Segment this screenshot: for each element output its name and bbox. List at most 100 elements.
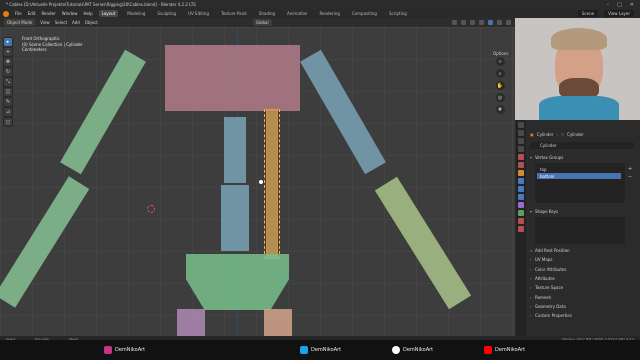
material-tab-icon[interactable] (518, 218, 524, 224)
section-label: Texture Space (535, 285, 564, 290)
grid-perspective-icon[interactable]: # (495, 105, 505, 114)
vertex-group-item-top[interactable]: top (537, 166, 621, 172)
camera-view-icon[interactable]: ◎ (495, 93, 505, 102)
output-tab-icon[interactable] (518, 138, 524, 144)
vertex-group-controls: + − (628, 166, 634, 186)
tool-tab-icon[interactable] (518, 122, 524, 128)
youtube-link[interactable]: DemNikoArt (484, 346, 525, 354)
upper-column-object[interactable] (224, 117, 246, 183)
measure-tool-icon[interactable]: ⊿ (4, 108, 12, 116)
section-label: Attributes (535, 276, 555, 281)
instagram-link[interactable]: DemNikoArt (104, 346, 145, 354)
vertex-group-name: bottom (540, 173, 555, 179)
breadcrumb-data[interactable]: Cylinder (567, 132, 584, 137)
menu-window[interactable]: Window (62, 11, 78, 16)
base-trapezoid-object[interactable] (186, 254, 289, 310)
annotate-tool-icon[interactable]: ✎ (4, 98, 12, 106)
tab-texture-paint[interactable]: Texture Paint (218, 10, 250, 17)
tab-layout[interactable]: Layout (98, 10, 119, 17)
tab-uv-editing[interactable]: UV Editing (185, 10, 212, 17)
particles-tab-icon[interactable] (518, 186, 524, 192)
section-custom-properties[interactable]: › Custom Properties (530, 312, 635, 319)
rotate-tool-icon[interactable]: ↻ (4, 68, 12, 76)
close-icon[interactable]: ✕ (630, 2, 634, 8)
mesh-data-tab-icon[interactable] (518, 210, 524, 216)
viewport-menu-add[interactable]: Add (72, 20, 80, 25)
gizmo-icon[interactable] (461, 20, 466, 25)
section-remesh[interactable]: › Remesh (530, 294, 635, 301)
select-tool-icon[interactable]: ▸ (4, 38, 12, 46)
viewport-menu-object[interactable]: Object (85, 20, 98, 25)
vertex-groups-panel-header[interactable]: ▾ Vertex Groups (530, 154, 635, 161)
pan-hand-icon[interactable]: ✋ (495, 81, 505, 90)
instagram-handle: DemNikoArt (115, 347, 146, 353)
tab-sculpting[interactable]: Sculpting (154, 10, 179, 17)
blender-logo-icon[interactable] (3, 10, 9, 17)
menu-edit[interactable]: Edit (28, 11, 36, 16)
maximize-icon[interactable]: □ (617, 2, 622, 8)
section-geometry-data[interactable]: › Geometry Data (530, 303, 635, 310)
tab-compositing[interactable]: Compositing (349, 10, 380, 17)
transform-orientation-dropdown[interactable]: Global (252, 19, 272, 26)
solid-shading-icon[interactable] (488, 20, 493, 25)
view-layer-selector[interactable]: View Layer (604, 10, 634, 17)
rendered-shading-icon[interactable] (506, 20, 511, 25)
tab-scripting[interactable]: Scripting (386, 10, 410, 17)
instagram-icon (104, 346, 112, 354)
add-icon[interactable]: + (628, 166, 634, 172)
cursor-tool-icon[interactable]: + (4, 48, 12, 56)
xray-icon[interactable] (479, 20, 484, 25)
menu-render[interactable]: Render (41, 11, 55, 16)
section-attributes[interactable]: › Attributes (530, 275, 635, 282)
object-tab-icon[interactable] (518, 170, 524, 176)
mesh-name-field[interactable]: Cylinder (530, 142, 634, 149)
world-tab-icon[interactable] (518, 162, 524, 168)
tab-rendering[interactable]: Rendering (316, 10, 342, 17)
texture-tab-icon[interactable] (518, 226, 524, 232)
section-texture-space[interactable]: › Texture Space (530, 284, 635, 291)
add-cube-tool-icon[interactable]: ◻ (4, 118, 12, 126)
transform-tool-icon[interactable]: ◫ (4, 88, 12, 96)
remove-icon[interactable]: − (628, 174, 634, 180)
overlay-icon[interactable] (470, 20, 475, 25)
vertex-group-item-bottom[interactable]: bottom (537, 173, 621, 179)
3d-cursor-icon[interactable] (147, 205, 155, 213)
tab-animation[interactable]: Animation (284, 10, 310, 17)
constraints-tab-icon[interactable] (518, 202, 524, 208)
shape-keys-panel-header[interactable]: ▾ Shape Keys (530, 208, 635, 215)
viewport-options[interactable]: Options (493, 51, 508, 56)
twitter-link[interactable]: DemNikoArt (300, 346, 341, 354)
viewport-menu-view[interactable]: View (40, 20, 50, 25)
move-tool-icon[interactable]: ✥ (4, 58, 12, 66)
scene-selector[interactable]: Scene (577, 10, 599, 17)
breadcrumb-object[interactable]: Cylinder (537, 132, 554, 137)
twitter-handle: DemNikoArt (311, 347, 342, 353)
section-color-attributes[interactable]: › Color Attributes (530, 266, 635, 273)
axis-gizmo-icon[interactable]: ✛ (495, 57, 505, 66)
section-add-rest-position[interactable]: ▫ Add Rest Position (530, 247, 635, 254)
properties-tabs (516, 120, 526, 340)
visibility-icon[interactable] (452, 20, 457, 25)
mode-dropdown[interactable]: Object Mode (4, 19, 36, 26)
modifier-tab-icon[interactable] (518, 178, 524, 184)
viewport-menu-select[interactable]: Select (55, 20, 67, 25)
menu-file[interactable]: File (15, 11, 22, 16)
view-layer-tab-icon[interactable] (518, 146, 524, 152)
tab-shading[interactable]: Shading (256, 10, 278, 17)
zoom-icon[interactable]: ⌕ (495, 69, 505, 78)
render-tab-icon[interactable] (518, 130, 524, 136)
top-block-object[interactable] (165, 45, 300, 111)
minimize-icon[interactable]: – (607, 2, 610, 8)
material-shading-icon[interactable] (497, 20, 502, 25)
lower-column-object[interactable] (221, 185, 249, 251)
shape-keys-list[interactable] (535, 217, 625, 244)
3d-viewport[interactable]: Front Orthographic (0) Scene Collection … (0, 27, 515, 340)
scene-tab-icon[interactable] (518, 154, 524, 160)
physics-tab-icon[interactable] (518, 194, 524, 200)
menu-help[interactable]: Help (83, 11, 92, 16)
tab-modeling[interactable]: Modeling (124, 10, 148, 17)
mesh-name-text: Cylinder (540, 143, 557, 148)
scale-tool-icon[interactable]: ⤡ (4, 78, 12, 86)
patreon-link[interactable]: DemNikoArt (392, 346, 433, 354)
section-uv-maps[interactable]: › UV Maps (530, 256, 635, 263)
